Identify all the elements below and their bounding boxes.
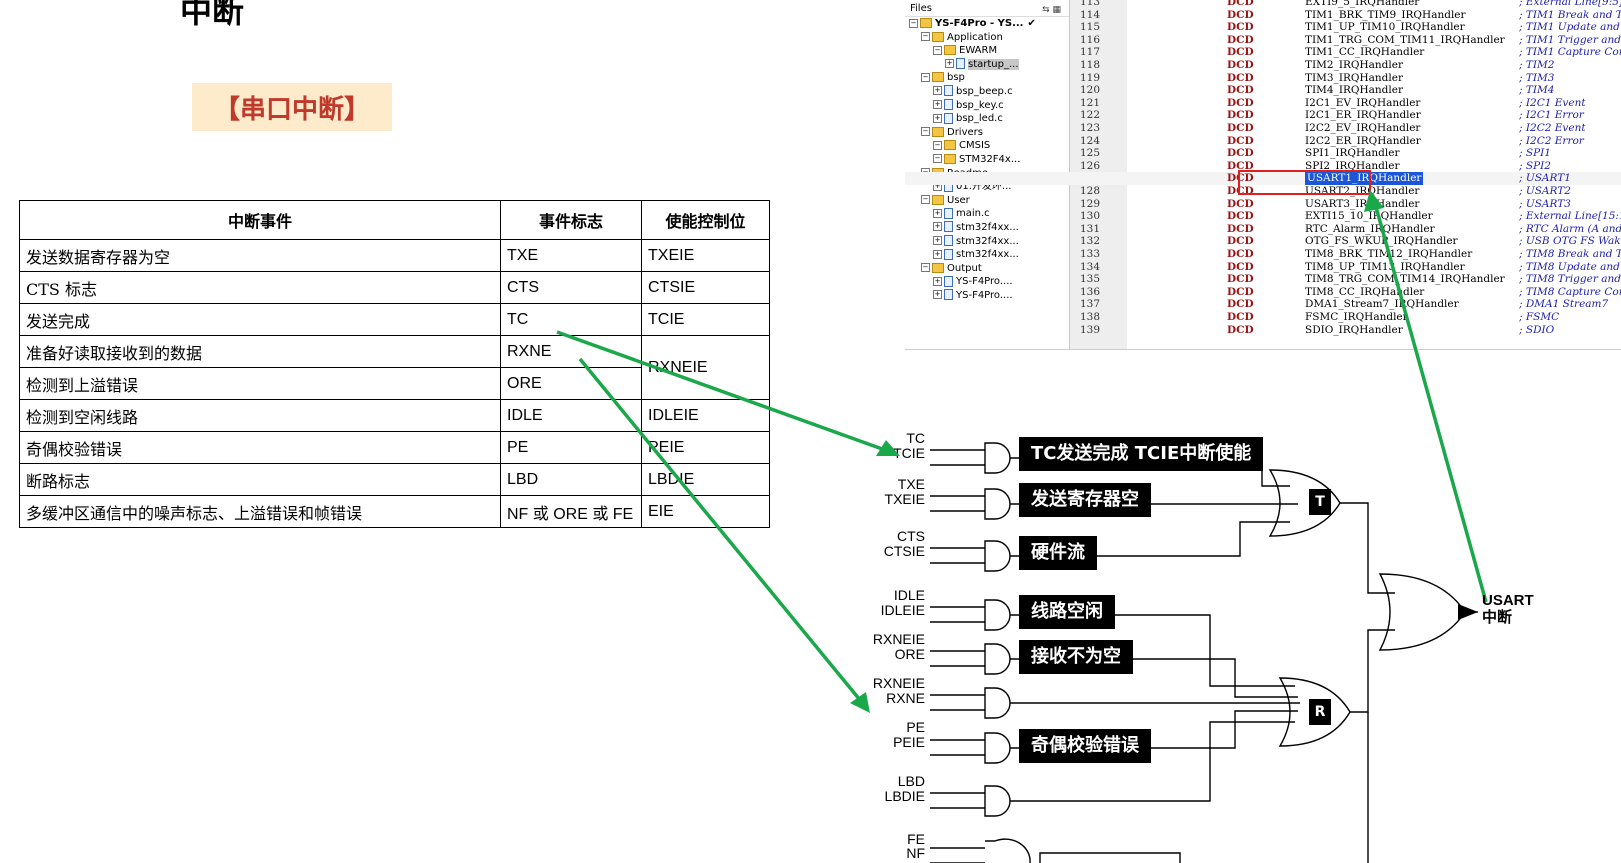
gate-r-label: R [1309, 699, 1331, 725]
usart-interrupt-output: USART 中断 [1482, 592, 1534, 626]
arrow-output-to-handler [1374, 206, 1488, 603]
callout-tc: TC发送完成 TCIE中断使能 [1019, 437, 1264, 471]
callout-cts: 硬件流 [1019, 536, 1097, 570]
output-label-line2: 中断 [1482, 609, 1513, 626]
callout-pe: 奇偶校验错误 [1019, 729, 1151, 763]
callout-txe: 发送寄存器空 [1019, 483, 1151, 517]
arrowhead-handler [1364, 190, 1384, 212]
callout-ore: 接收不为空 [1019, 640, 1133, 674]
gate-t-label: T [1309, 489, 1331, 515]
callout-idle: 线路空闲 [1019, 595, 1115, 629]
arrowhead-rxne [850, 692, 870, 713]
logic-diagram [556, 190, 1488, 863]
output-arrowhead [1458, 604, 1478, 620]
output-label-line1: USART [1482, 592, 1534, 609]
arrow-rxne-to-gate [578, 357, 862, 702]
